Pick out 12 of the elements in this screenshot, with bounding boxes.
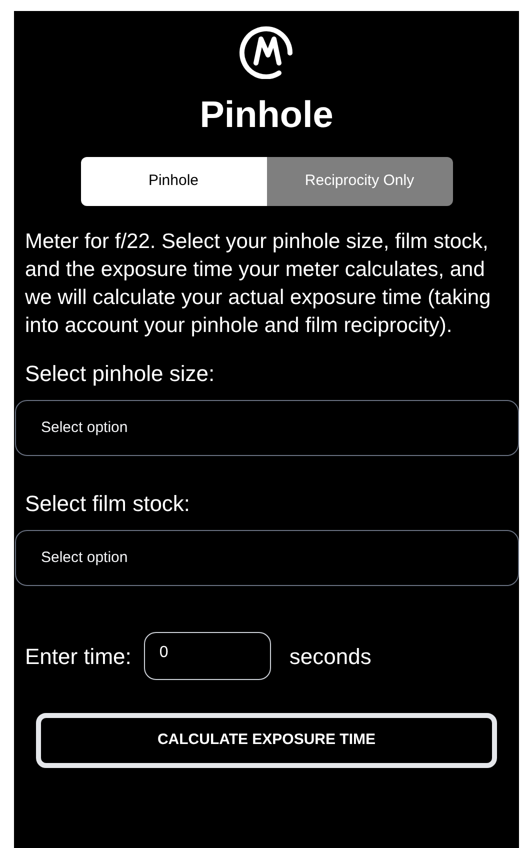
page-title: Pinhole (200, 93, 334, 137)
calculate-button[interactable]: CALCULATE EXPOSURE TIME (36, 713, 497, 768)
time-input[interactable]: 0 (144, 632, 272, 680)
field-label: Select film stock: (25, 490, 192, 518)
tab[interactable]: Reciprocity Only (266, 157, 452, 206)
time-label: Enter time: (25, 642, 132, 670)
field-label: Select pinhole size: (25, 360, 216, 388)
select-dropdown[interactable]: Select option (15, 400, 519, 456)
select-dropdown[interactable]: Select option (15, 530, 519, 586)
unit-label: seconds (289, 642, 372, 670)
description: Meter for f/22. Select your pinhole size, film stock, and the exposure time your meter calculates, and we will calculate your actual exposure time (taking into account your pinhole and film reciprocity). (25, 229, 492, 339)
tab[interactable]: Pinhole (80, 157, 266, 206)
